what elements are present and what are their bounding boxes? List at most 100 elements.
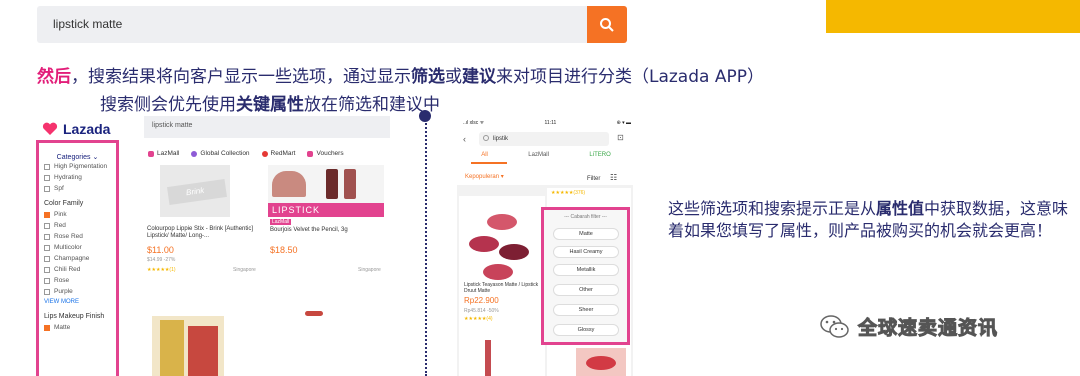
tab-lazmall[interactable]: LazMall (528, 152, 549, 158)
tab-lazmall[interactable]: LazMall (148, 150, 179, 157)
product-image[interactable] (485, 340, 491, 376)
checkbox[interactable] (44, 222, 50, 229)
product-image[interactable] (305, 311, 323, 316)
headline-text-2: 或 (445, 67, 462, 87)
filter-button[interactable]: Filter ☷ (587, 173, 617, 182)
finish-title: Lips Makeup Finish (44, 313, 105, 320)
watermark: 全球速卖通资讯 (820, 313, 998, 340)
wechat-icon (820, 314, 849, 338)
filter-option-label: High Pigmentation (54, 163, 108, 170)
color-option-purple[interactable]: Purple (44, 288, 113, 295)
divider-dot (419, 110, 431, 122)
checkbox-checked[interactable] (44, 211, 50, 218)
chevron-down-icon: ⌄ (92, 154, 99, 161)
lip-swatch (499, 244, 529, 260)
desktop-search-value: lipstick matte (152, 122, 193, 129)
headline-text-1: ，搜索结果将向客户显示一些选项，通过显示 (71, 67, 411, 87)
tab-lito[interactable]: LiTERO (589, 152, 610, 158)
filter-option-label: Pink (54, 211, 67, 218)
heart-logo-icon (42, 122, 58, 135)
swatch-graphic (272, 171, 306, 197)
filter-chip-sheer[interactable]: Sheer (553, 304, 619, 316)
product-location: Singapore (233, 267, 256, 273)
cart-icon[interactable]: ⊡ (617, 133, 624, 142)
headline2-bold-1: 关键属性 (236, 95, 304, 115)
product-original-price: $14.99 -27% (147, 257, 176, 263)
checkbox[interactable] (44, 244, 50, 251)
filter-chip-matte[interactable]: Matte (553, 228, 619, 240)
filter-chip-other[interactable]: Other (553, 284, 619, 296)
color-option-rose[interactable]: Rose (44, 277, 113, 284)
tab-redmart[interactable]: RedMart (261, 150, 295, 157)
lip-swatch (483, 264, 513, 280)
lip-swatch (469, 236, 499, 252)
search-icon (600, 17, 614, 32)
redmart-icon (261, 150, 268, 157)
product-location: Singapore (358, 267, 381, 273)
top-search-bar[interactable]: lipstick matte (37, 6, 627, 43)
product-image[interactable] (576, 348, 626, 376)
checkbox[interactable] (44, 174, 50, 181)
checkbox[interactable] (44, 255, 50, 262)
color-option-red[interactable]: Red (44, 222, 113, 229)
product-title[interactable]: Colourpop Lippie Stix - Brink [Authentic… (147, 226, 257, 240)
checkbox[interactable] (44, 185, 50, 192)
filter-option[interactable]: Hydrating (44, 174, 113, 181)
watermark-text: 全球速卖通资讯 (857, 317, 999, 340)
tab-global-collection[interactable]: Global Collection (191, 150, 250, 157)
top-search-input-value[interactable]: lipstick matte (53, 17, 122, 31)
headline-line-2: 搜索侧会优先使用关键属性放在筛选和建议中 (100, 94, 440, 116)
color-option-multicolor[interactable]: Multicolor (44, 244, 113, 251)
filter-chip-glossy[interactable]: Glossy (553, 324, 619, 336)
filter-option-label: Matte (54, 324, 71, 331)
filter-chip-metallic[interactable]: Metallik (553, 264, 619, 276)
lazmall-icon (148, 150, 154, 157)
filter-option-label: Red (54, 222, 66, 229)
lazada-logo[interactable]: Lazada (42, 121, 110, 137)
tab-all[interactable]: All (481, 152, 488, 158)
headline-bold-1: 筛选 (411, 67, 445, 87)
color-option-chili-red[interactable]: Chili Red (44, 266, 113, 273)
checkbox[interactable] (44, 277, 50, 284)
product-title[interactable]: Bourjois Velvet the Pencil, 3g (270, 227, 348, 233)
sort-dropdown[interactable]: Kepopuleran ▾ (465, 173, 504, 180)
product-rating: ★★★★★(376) (551, 190, 586, 196)
mobile-search-input[interactable]: lipstik (479, 132, 609, 146)
headline-text-3: 来对项目进行分类（Lazada APP） (496, 67, 764, 87)
lazmall-badge: LazMall (270, 219, 292, 225)
product-image[interactable]: Brink (160, 165, 230, 217)
lipstick-graphic (326, 169, 338, 199)
filter-sidebar: Categories ⌄ High Pigmentation Hydrating… (36, 140, 119, 376)
view-more-link[interactable]: VIEW MORE (44, 299, 113, 305)
product-card[interactable]: Lipstick Teayason Matte / Lipstick Druut… (459, 196, 545, 376)
filter-option[interactable]: High Pigmentation (44, 163, 113, 170)
mobile-search-value: lipstik (493, 136, 509, 142)
categories-dropdown[interactable]: Categories ⌄ (42, 153, 113, 161)
lips-graphic (586, 356, 616, 370)
lipstick-graphic (344, 169, 356, 199)
filter-option-label: Purple (54, 288, 73, 295)
filter-option-label: Multicolor (54, 244, 82, 251)
filter-option-label: Rose Red (54, 233, 83, 240)
filter-chip-creamy[interactable]: Hasil Creamy (553, 246, 619, 258)
globe-icon (191, 150, 198, 157)
finish-option-matte[interactable]: Matte (44, 324, 113, 331)
checkbox[interactable] (44, 163, 50, 170)
filter-icon: ☷ (610, 173, 618, 182)
back-arrow-icon[interactable]: ‹ (463, 134, 466, 144)
checkbox[interactable] (44, 233, 50, 240)
checkbox[interactable] (44, 266, 50, 273)
product-image[interactable] (152, 316, 224, 376)
top-search-button[interactable] (587, 6, 627, 43)
package-graphic (188, 326, 218, 376)
checkbox[interactable] (44, 288, 50, 295)
color-option-rose-red[interactable]: Rose Red (44, 233, 113, 240)
product-price: Rp22.900 (464, 296, 499, 305)
tab-vouchers[interactable]: Vouchers (307, 150, 344, 157)
filter-option[interactable]: Spf (44, 185, 113, 192)
color-option-pink[interactable]: Pink (44, 211, 113, 218)
color-option-champagne[interactable]: Champagne (44, 255, 113, 262)
mobile-tabs: All LazMall LiTERO (461, 152, 631, 158)
checkbox-checked[interactable] (44, 324, 50, 331)
desktop-search-input[interactable]: lipstick matte (144, 116, 390, 138)
